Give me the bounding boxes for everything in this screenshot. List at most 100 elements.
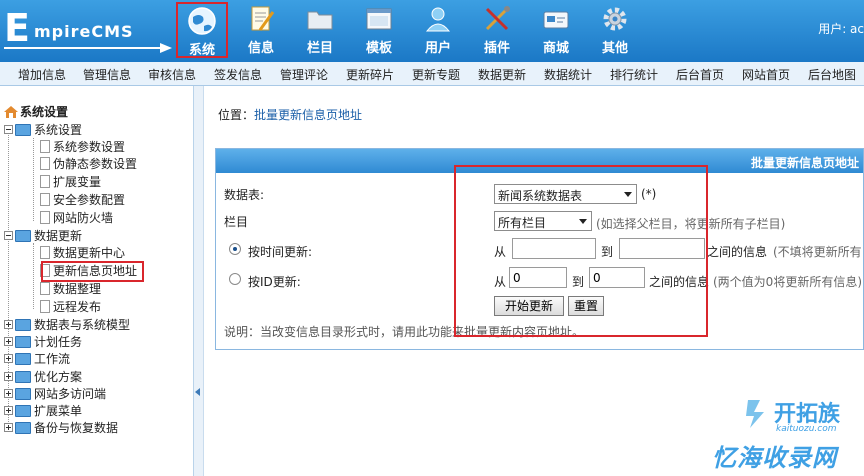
- page-icon: [40, 193, 50, 206]
- expand-toggle-icon[interactable]: [4, 337, 13, 346]
- tree-group-label: 数据表与系统模型: [34, 318, 131, 332]
- folder-icon: [15, 352, 31, 365]
- template-window-icon: [366, 8, 392, 30]
- page-icon: [40, 211, 50, 224]
- submenu-item[interactable]: 排行统计: [610, 66, 658, 83]
- empirecms-logo[interactable]: E mpireCMS: [4, 8, 172, 54]
- submenu-item[interactable]: 签发信息: [214, 66, 262, 83]
- watermark-emblem-icon: [746, 400, 764, 428]
- breadcrumb-link[interactable]: 批量更新信息页地址: [254, 108, 362, 122]
- tree-item[interactable]: 数据更新中心: [40, 244, 125, 261]
- tree-root[interactable]: 系统设置: [4, 103, 68, 120]
- nav-label: 系统: [188, 43, 215, 58]
- submenu-item[interactable]: 审核信息: [148, 66, 196, 83]
- folder-icon: [15, 318, 31, 331]
- tree-item[interactable]: 伪静态参数设置: [40, 155, 137, 172]
- submenu-item[interactable]: 数据更新: [478, 66, 526, 83]
- tree-group[interactable]: 网站多访问端: [4, 385, 106, 402]
- time-hint: (不填将更新所有: [773, 245, 862, 259]
- expand-toggle-icon[interactable]: [4, 354, 13, 363]
- tree-item-label: 系统参数设置: [53, 140, 126, 154]
- watermark-slogan: 忆海收录网: [712, 444, 837, 472]
- tree-group[interactable]: 优化方案: [4, 368, 82, 385]
- sidebar-tree: 系统设置 系统设置 系统参数设置 伪静态参数设置 扩展变量 安全参数配置 网站防…: [0, 86, 194, 476]
- nav-label: 其他: [601, 41, 628, 56]
- tree-group[interactable]: 工作流: [4, 350, 70, 367]
- expand-toggle-icon[interactable]: [4, 406, 13, 415]
- selected-item-highlight: [41, 261, 144, 282]
- watermark-url: kaituozu.com: [776, 424, 837, 434]
- globe-icon: [188, 7, 216, 35]
- nav-label: 商城: [542, 41, 569, 56]
- submenu-item[interactable]: 增加信息: [18, 66, 66, 83]
- page-icon: [40, 140, 50, 153]
- logo-arrow-icon: [4, 43, 172, 53]
- column-label: 栏目: [224, 215, 249, 229]
- nav-label: 插件: [483, 41, 510, 56]
- folder-icon: [15, 229, 31, 242]
- tree-group-label: 扩展菜单: [34, 404, 83, 418]
- tree-item[interactable]: 网站防火墙: [40, 209, 113, 226]
- table-label: 数据表:: [224, 188, 265, 202]
- tree-group[interactable]: 备份与恢复数据: [4, 419, 118, 436]
- submenu-item[interactable]: 后台地图: [808, 66, 856, 83]
- collapse-arrow-icon[interactable]: [195, 388, 200, 396]
- tools-icon: [485, 6, 510, 31]
- time-between-label: 之间的信息: [707, 245, 768, 259]
- tree-group-label: 数据更新: [34, 229, 83, 243]
- watermark-logo: 开拓族 kaituozu.com: [744, 396, 864, 436]
- tree-item-label: 扩展变量: [53, 175, 102, 189]
- tree-group[interactable]: 数据表与系统模型: [4, 316, 130, 333]
- nav-template[interactable]: 模板: [353, 2, 405, 58]
- tree-group-label: 计划任务: [34, 335, 83, 349]
- nav-user[interactable]: 用户: [412, 2, 464, 58]
- tree-guide-line: [33, 243, 34, 309]
- submenu-item[interactable]: 后台首页: [676, 66, 724, 83]
- tree-item-label: 数据更新中心: [53, 246, 126, 260]
- folder-icon: [15, 387, 31, 400]
- user-info: 用户: ac: [818, 22, 864, 36]
- expand-toggle-icon[interactable]: [4, 372, 13, 381]
- id-label: 按ID更新:: [248, 275, 301, 289]
- time-radio[interactable]: [229, 243, 241, 255]
- submenu-item[interactable]: 更新碎片: [346, 66, 394, 83]
- submenu-item[interactable]: 网站首页: [742, 66, 790, 83]
- page-icon: [40, 300, 50, 313]
- expand-toggle-icon[interactable]: [4, 320, 13, 329]
- submenu-item[interactable]: 管理信息: [83, 66, 131, 83]
- collapse-toggle-icon[interactable]: [4, 231, 13, 240]
- time-label: 按时间更新:: [248, 245, 313, 259]
- page-icon: [40, 157, 50, 170]
- submenu-item[interactable]: 更新专题: [412, 66, 460, 83]
- expand-toggle-icon[interactable]: [4, 389, 13, 398]
- annotation-highlight-box: [454, 165, 708, 337]
- tree-item[interactable]: 数据整理: [40, 280, 101, 297]
- tree-item[interactable]: 远程发布: [40, 298, 101, 315]
- nav-column[interactable]: 栏目: [294, 2, 346, 58]
- logo-text: mpireCMS: [34, 22, 134, 41]
- tree-item[interactable]: 扩展变量: [40, 173, 101, 190]
- nav-system[interactable]: 系统: [176, 2, 228, 58]
- breadcrumb-prefix: 位置：: [218, 108, 255, 122]
- tree-item[interactable]: 系统参数设置: [40, 138, 125, 155]
- tree-item[interactable]: 安全参数配置: [40, 191, 125, 208]
- breadcrumb: 位置：批量更新信息页地址: [218, 106, 362, 123]
- folder-icon: [15, 404, 31, 417]
- expand-toggle-icon[interactable]: [4, 423, 13, 432]
- nav-shop[interactable]: 商城: [530, 2, 582, 58]
- home-icon: [4, 105, 18, 118]
- page-icon: [40, 246, 50, 259]
- tree-group[interactable]: 扩展菜单: [4, 402, 82, 419]
- tree-group-system[interactable]: 系统设置: [4, 121, 82, 138]
- submenu-item[interactable]: 数据统计: [544, 66, 592, 83]
- tree-item-label: 安全参数配置: [53, 193, 126, 207]
- id-radio[interactable]: [229, 273, 241, 285]
- nav-other[interactable]: 其他: [589, 2, 641, 58]
- submenu-item[interactable]: 管理评论: [280, 66, 328, 83]
- nav-plugin[interactable]: 插件: [471, 2, 523, 58]
- collapse-toggle-icon[interactable]: [4, 125, 13, 134]
- tree-group[interactable]: 计划任务: [4, 333, 82, 350]
- sidebar-collapse-bar[interactable]: [194, 86, 204, 476]
- tree-group-data-update[interactable]: 数据更新: [4, 227, 82, 244]
- nav-info[interactable]: 信息: [235, 2, 287, 58]
